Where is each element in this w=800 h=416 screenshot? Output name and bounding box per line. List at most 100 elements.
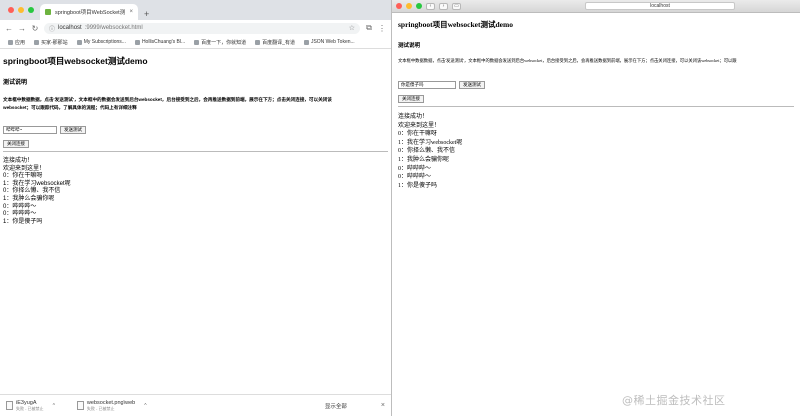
forward-icon[interactable]: → [18,24,26,33]
bookmark-item[interactable]: 应用 [8,39,25,46]
divider [3,151,388,152]
bookmark-item[interactable]: My Subscriptions... [76,39,126,45]
bookmark-item[interactable]: JSON Web Token... [303,39,355,45]
bookmark-item[interactable]: 百度翻译_有道 [255,39,295,46]
message-line: 1：你是傻子吗 [398,182,438,189]
message-line: 0：哔哔哔～ [398,165,432,172]
minimize-window-icon[interactable] [18,7,24,13]
send-test-button[interactable]: 发送测试 [459,81,485,89]
description: 文本框中数据数据，点击'发送测试'，文本框中的数据会发送到后台websocket… [3,96,388,112]
address-bar[interactable]: ⓘ localhost:9999/websocket.html ☆ [44,22,360,34]
tab-close-icon[interactable]: × [129,9,133,15]
message-line: 0：哔哔哔～ [398,174,432,181]
message-line: 连接成功！ [3,158,34,164]
address-bar[interactable]: localhost [585,2,735,10]
page-title: springboot项目websocket测试demo [3,56,148,66]
message-line: 欢迎来到这里！ [3,165,46,172]
bookmark-label: 百度翻译_有道 [262,39,295,46]
message-line: 1：我在学习websocket呢 [398,139,463,146]
back-icon[interactable]: ← [5,24,13,33]
message-line: 0：哔哔哔～ [3,203,37,210]
extension-icon[interactable]: ⧉ [365,23,373,33]
bookmark-icon [194,39,200,45]
bookmark-item[interactable]: HollisChuang's Bl... [134,39,186,45]
download-item[interactable]: websocket.png\web 失败 - 已被禁止 ^ [76,399,147,412]
message-line: 0：你择么懒、我不信 [3,188,61,195]
show-all-button[interactable]: 显示全部 [325,402,347,410]
message-line: 欢迎来到这里！ [398,122,441,129]
menu-icon[interactable]: ⋮ [378,24,386,33]
message-line: 1：我肿么会骗你呢 [3,195,55,202]
message-line: 0：哔哔哔～ [3,211,37,218]
section-heading: 测试说明 [3,80,28,86]
message-line: 0：你择么懒、我不信 [398,148,456,155]
message-line: 连接成功！ [398,114,429,120]
message-input[interactable]: 你是傻子吗 [398,81,456,89]
download-name: websocket.png\web [86,399,136,406]
maximize-window-icon[interactable] [416,3,422,9]
watermark: @稀土掘金技术社区 [622,394,726,407]
right-page-content: springboot项目websocket测试demo 测试说明 文本框中数据数… [392,13,800,194]
url-path: :9999/websocket.html [84,25,143,31]
message-line: 0：你在干嘛呀 [398,131,438,138]
reload-icon[interactable]: ↻ [31,24,39,33]
minimize-window-icon[interactable] [406,3,412,9]
download-status: 失败 - 已被禁止 [16,405,44,411]
close-connection-button[interactable]: 关闭连接 [3,140,29,148]
downloads-bar: iE3yugA 失败 - 已被禁止 ^ websocket.png\web 失败… [0,394,391,416]
tab-strip: springboot项目WebSocket测试 × + [0,0,391,20]
divider [398,106,794,107]
bookmark-icon [303,39,309,45]
section-heading: 测试说明 [398,43,421,49]
message-line: 1：你是傻子吗 [3,218,43,225]
bookmark-icon [255,39,261,45]
spring-favicon-icon [45,9,51,15]
chrome-window: springboot项目WebSocket测试 × + ← → ↻ ⓘ loca… [0,0,392,416]
send-row: 哔哔哔~ 发送测试 [3,126,388,134]
back-icon[interactable]: ‹ [426,2,435,10]
tab-active[interactable]: springboot项目WebSocket测试 × [40,4,138,20]
close-window-icon[interactable] [396,3,402,9]
file-icon [76,401,84,410]
bookmark-label: HollisChuang's Bl... [141,39,186,45]
safari-window: ‹ › ▭ localhost springboot项目websocket测试d… [392,0,800,416]
sidebar-icon[interactable]: ▭ [452,2,461,10]
download-status: 失败 - 已被禁止 [86,405,115,411]
bookmarks-bar: 应用 买家-那那站 My Subscriptions... HollisChua… [0,36,391,49]
tab-title: springboot项目WebSocket测试 [55,10,126,16]
message-line: 1：我在学习websocket呢 [3,180,71,187]
bookmark-label: My Subscriptions... [83,39,126,45]
close-window-icon[interactable] [8,7,14,13]
message-line: 1：我肿么会骗你呢 [398,156,450,163]
maximize-window-icon[interactable] [28,7,34,13]
bookmark-label: 买家-那那站 [41,39,68,46]
close-icon[interactable]: × [381,402,385,409]
url-host: localhost [58,25,82,31]
screen: springboot项目WebSocket测试 × + ← → ↻ ⓘ loca… [0,0,800,416]
chevron-up-icon[interactable]: ^ [53,403,55,409]
bookmark-item[interactable]: 百度一下，你就知道 [194,39,246,46]
bookmark-item[interactable]: 买家-那那站 [34,39,68,46]
forward-icon[interactable]: › [439,2,448,10]
browser-toolbar: ← → ↻ ⓘ localhost:9999/websocket.html ☆ … [0,20,391,36]
window-controls [4,0,40,20]
send-row: 你是傻子吗 发送测试 [398,81,794,89]
bookmark-star-icon[interactable]: ☆ [349,24,355,32]
file-icon [6,401,13,410]
bookmark-icon [134,39,140,45]
chevron-up-icon[interactable]: ^ [144,403,146,409]
send-test-button[interactable]: 发送测试 [60,126,86,134]
download-item[interactable]: iE3yugA 失败 - 已被禁止 ^ [6,400,55,412]
bookmark-label: 百度一下，你就知道 [201,39,247,46]
left-page-content: springboot项目websocket测试demo 测试说明 文本框中数据数… [0,49,391,230]
close-connection-button[interactable]: 关闭连接 [398,95,424,103]
bookmark-icon [76,39,82,45]
info-icon[interactable]: ⓘ [49,24,55,33]
message-line: 0：你在干嘛呀 [3,173,43,180]
description: 文本框中数据数据，点击'发送测试'，文本框中的数据会发送到后台websocket… [398,58,737,63]
new-tab-icon[interactable]: + [138,9,155,20]
description-line: 文本框中数据数据，点击'发送测试'，文本框中的数据会发送到后台websocket… [3,97,332,102]
bookmark-label: JSON Web Token... [310,39,355,45]
page-title: springboot项目websocket测试demo [398,20,514,29]
message-input[interactable]: 哔哔哔~ [3,126,57,134]
